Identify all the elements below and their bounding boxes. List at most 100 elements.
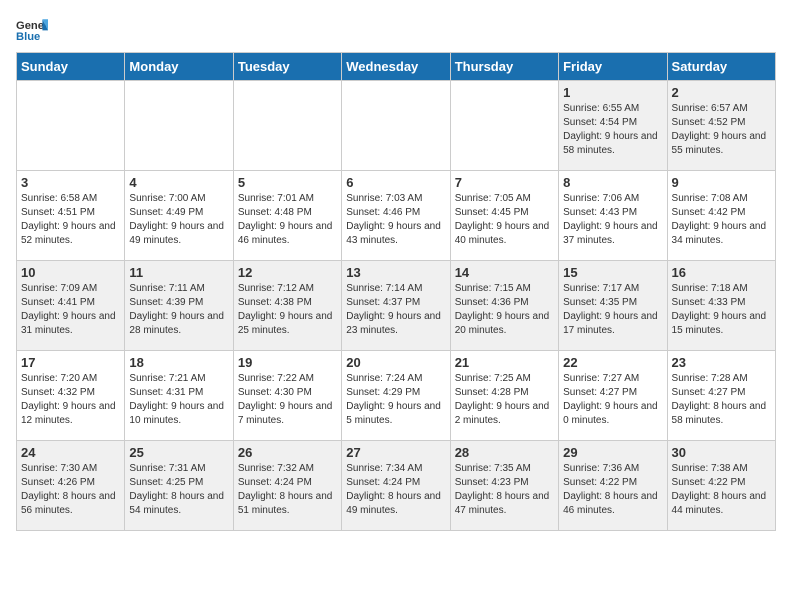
weekday-header-saturday: Saturday [667,53,775,81]
day-detail: Sunrise: 7:05 AM Sunset: 4:45 PM Dayligh… [455,192,554,248]
day-cell: 20 Sunrise: 7:24 AM Sunset: 4:29 PM Dayli… [342,351,450,441]
day-cell: 16 Sunrise: 7:18 AM Sunset: 4:33 PM Dayli… [667,261,775,351]
day-detail: Sunrise: 7:25 AM Sunset: 4:28 PM Dayligh… [455,372,554,428]
day-number: 17 [21,355,120,370]
day-number: 7 [455,175,554,190]
weekday-header-row: SundayMondayTuesdayWednesdayThursdayFrid… [17,53,776,81]
day-number: 13 [346,265,445,280]
weekday-header-sunday: Sunday [17,53,125,81]
day-detail: Sunrise: 6:55 AM Sunset: 4:54 PM Dayligh… [563,102,662,158]
day-number: 8 [563,175,662,190]
day-number: 30 [672,445,771,460]
calendar: SundayMondayTuesdayWednesdayThursdayFrid… [16,52,776,531]
day-number: 10 [21,265,120,280]
day-cell: 14Sunrise: 7:15 AM Sunset: 4:36 PM Dayli… [450,261,558,351]
day-number: 11 [129,265,228,280]
day-cell: 4Sunrise: 7:00 AM Sunset: 4:49 PM Daylig… [125,171,233,261]
day-cell: 1 Sunrise: 6:55 AM Sunset: 4:54 PM Daylig… [559,81,667,171]
day-detail: Sunrise: 7:18 AM Sunset: 4:33 PM Dayligh… [672,282,771,338]
day-detail: Sunrise: 7:00 AM Sunset: 4:49 PM Dayligh… [129,192,228,248]
day-cell: 25 Sunrise: 7:31 AM Sunset: 4:25 PM Dayli… [125,441,233,531]
day-detail: Sunrise: 7:28 AM Sunset: 4:27 PM Dayligh… [672,372,771,428]
day-detail: Sunrise: 7:09 AM Sunset: 4:41 PM Dayligh… [21,282,120,338]
day-cell: 5 Sunrise: 7:01 AM Sunset: 4:48 PM Daylig… [233,171,341,261]
day-number: 20 [346,355,445,370]
day-detail: Sunrise: 7:27 AM Sunset: 4:27 PM Dayligh… [563,372,662,428]
day-number: 24 [21,445,120,460]
day-number: 2 [672,85,771,100]
week-row-2: 3 Sunrise: 6:58 AM Sunset: 4:51 PM Daylig… [17,171,776,261]
day-number: 5 [238,175,337,190]
week-row-1: 1 Sunrise: 6:55 AM Sunset: 4:54 PM Daylig… [17,81,776,171]
day-cell: 15 Sunrise: 7:17 AM Sunset: 4:35 PM Dayli… [559,261,667,351]
day-cell [342,81,450,171]
day-number: 12 [238,265,337,280]
day-cell: 24Sunrise: 7:30 AM Sunset: 4:26 PM Dayli… [17,441,125,531]
day-number: 3 [21,175,120,190]
day-cell: 9 Sunrise: 7:08 AM Sunset: 4:42 PM Daylig… [667,171,775,261]
day-number: 9 [672,175,771,190]
day-number: 21 [455,355,554,370]
day-number: 18 [129,355,228,370]
day-cell: 3 Sunrise: 6:58 AM Sunset: 4:51 PM Daylig… [17,171,125,261]
day-number: 19 [238,355,337,370]
day-number: 28 [455,445,554,460]
weekday-header-thursday: Thursday [450,53,558,81]
day-cell: 21 Sunrise: 7:25 AM Sunset: 4:28 PM Dayli… [450,351,558,441]
week-row-3: 10 Sunrise: 7:09 AM Sunset: 4:41 PM Dayli… [17,261,776,351]
day-number: 26 [238,445,337,460]
day-detail: Sunrise: 6:58 AM Sunset: 4:51 PM Dayligh… [21,192,120,248]
day-detail: Sunrise: 7:17 AM Sunset: 4:35 PM Dayligh… [563,282,662,338]
day-cell: 22Sunrise: 7:27 AM Sunset: 4:27 PM Dayli… [559,351,667,441]
day-detail: Sunrise: 7:01 AM Sunset: 4:48 PM Dayligh… [238,192,337,248]
day-number: 16 [672,265,771,280]
day-detail: Sunrise: 7:35 AM Sunset: 4:23 PM Dayligh… [455,462,554,518]
day-number: 29 [563,445,662,460]
day-cell: 19 Sunrise: 7:22 AM Sunset: 4:30 PM Dayli… [233,351,341,441]
day-number: 15 [563,265,662,280]
logo-icon: General Blue [16,16,48,44]
day-number: 25 [129,445,228,460]
day-detail: Sunrise: 7:14 AM Sunset: 4:37 PM Dayligh… [346,282,445,338]
day-cell: 28 Sunrise: 7:35 AM Sunset: 4:23 PM Dayli… [450,441,558,531]
day-cell: 6 Sunrise: 7:03 AM Sunset: 4:46 PM Daylig… [342,171,450,261]
day-detail: Sunrise: 7:12 AM Sunset: 4:38 PM Dayligh… [238,282,337,338]
weekday-header-friday: Friday [559,53,667,81]
day-detail: Sunrise: 7:31 AM Sunset: 4:25 PM Dayligh… [129,462,228,518]
day-detail: Sunrise: 7:32 AM Sunset: 4:24 PM Dayligh… [238,462,337,518]
week-row-4: 17 Sunrise: 7:20 AM Sunset: 4:32 PM Dayli… [17,351,776,441]
day-number: 6 [346,175,445,190]
day-cell: 7 Sunrise: 7:05 AM Sunset: 4:45 PM Daylig… [450,171,558,261]
day-detail: Sunrise: 7:03 AM Sunset: 4:46 PM Dayligh… [346,192,445,248]
day-cell: 18 Sunrise: 7:21 AM Sunset: 4:31 PM Dayli… [125,351,233,441]
day-detail: Sunrise: 7:06 AM Sunset: 4:43 PM Dayligh… [563,192,662,248]
day-cell: 8 Sunrise: 7:06 AM Sunset: 4:43 PM Daylig… [559,171,667,261]
day-cell [450,81,558,171]
day-cell: 12 Sunrise: 7:12 AM Sunset: 4:38 PM Dayli… [233,261,341,351]
day-detail: Sunrise: 7:36 AM Sunset: 4:22 PM Dayligh… [563,462,662,518]
day-detail: Sunrise: 7:24 AM Sunset: 4:29 PM Dayligh… [346,372,445,428]
day-detail: Sunrise: 7:20 AM Sunset: 4:32 PM Dayligh… [21,372,120,428]
weekday-header-monday: Monday [125,53,233,81]
day-number: 1 [563,85,662,100]
day-cell: 17 Sunrise: 7:20 AM Sunset: 4:32 PM Dayli… [17,351,125,441]
day-cell [17,81,125,171]
day-detail: Sunrise: 7:22 AM Sunset: 4:30 PM Dayligh… [238,372,337,428]
day-cell: 2Sunrise: 6:57 AM Sunset: 4:52 PM Daylig… [667,81,775,171]
weekday-header-tuesday: Tuesday [233,53,341,81]
day-detail: Sunrise: 7:21 AM Sunset: 4:31 PM Dayligh… [129,372,228,428]
day-detail: Sunrise: 7:08 AM Sunset: 4:42 PM Dayligh… [672,192,771,248]
day-cell: 30Sunrise: 7:38 AM Sunset: 4:22 PM Dayli… [667,441,775,531]
day-number: 23 [672,355,771,370]
day-cell: 10 Sunrise: 7:09 AM Sunset: 4:41 PM Dayli… [17,261,125,351]
svg-text:Blue: Blue [16,31,40,43]
logo: General Blue [16,16,48,44]
page-header: General Blue [16,16,776,44]
day-detail: Sunrise: 7:34 AM Sunset: 4:24 PM Dayligh… [346,462,445,518]
day-cell: 29 Sunrise: 7:36 AM Sunset: 4:22 PM Dayli… [559,441,667,531]
day-cell [233,81,341,171]
day-cell: 23 Sunrise: 7:28 AM Sunset: 4:27 PM Dayli… [667,351,775,441]
day-cell [125,81,233,171]
day-detail: Sunrise: 7:11 AM Sunset: 4:39 PM Dayligh… [129,282,228,338]
day-cell: 13 Sunrise: 7:14 AM Sunset: 4:37 PM Dayli… [342,261,450,351]
